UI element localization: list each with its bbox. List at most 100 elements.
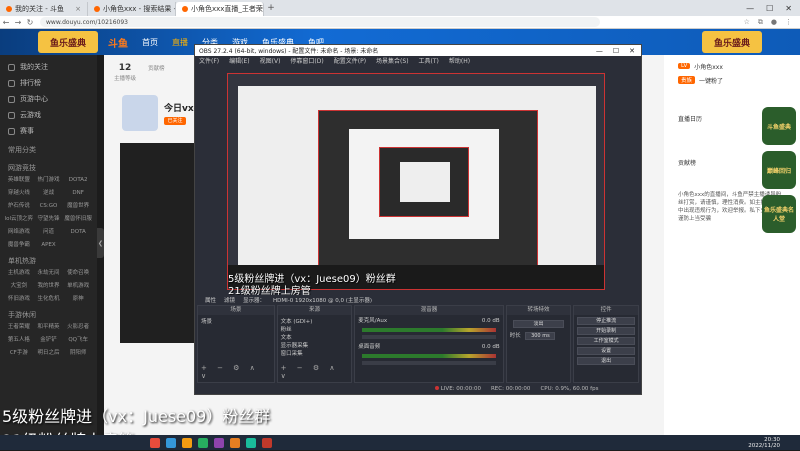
category-link[interactable]: 阴阳师 [63,348,93,358]
back-icon[interactable]: ← [0,18,12,27]
taskbar-app-icon[interactable] [246,437,256,448]
tab-close-icon[interactable]: × [75,5,81,13]
reload-icon[interactable]: ↻ [24,18,36,27]
sidebar-item-follow[interactable]: 我的关注 [0,59,97,75]
category-link[interactable]: 炉石传说 [4,201,34,211]
category-link[interactable]: CF手游 [4,348,34,358]
filters-button[interactable]: 滤镜 [224,296,235,304]
source-dock-controls[interactable]: + − ⚙ ∧ ∨ [281,364,352,380]
sidebar-collapse-button[interactable]: ❮ [97,228,104,258]
url-input[interactable]: www.douyu.com/10216093 [40,17,600,27]
category-link[interactable]: 第五人格 [4,335,34,345]
obs-menu-view[interactable]: 视图(V) [260,56,281,65]
taskbar-app-icon[interactable] [214,437,224,448]
category-link[interactable]: 原神 [63,294,93,304]
exit-button[interactable]: 退出 [577,357,636,365]
stat-contrib[interactable]: 贡献榜 [148,63,165,83]
category-link[interactable]: CS:GO [34,201,64,211]
category-link[interactable]: 问道 [34,227,64,237]
taskbar-app-icon[interactable] [166,437,176,448]
source-item[interactable]: 窗口采集 [281,350,349,358]
category-link[interactable]: 主机游戏 [4,268,34,278]
category-link[interactable]: 我的世界 [34,281,64,291]
taskbar-app-icon[interactable] [150,437,160,448]
duration-input[interactable]: 300 ms [525,332,556,340]
category-link[interactable]: 魔兽怀旧服 [63,214,93,224]
sidebar-section-single[interactable]: 单机热游 [0,254,97,268]
scene-item[interactable]: 场景 [201,318,271,326]
source-item[interactable]: 粉丝 [281,326,349,334]
start-recording-button[interactable]: 开始录制 [577,327,636,335]
volume-slider-mic[interactable] [362,335,496,339]
properties-button[interactable]: 属性 [205,296,216,304]
obs-close-button[interactable]: ✕ [629,47,635,55]
sidebar-item-cloudgame[interactable]: 云游戏 [0,107,97,123]
obs-menu-tools[interactable]: 工具(T) [419,56,439,65]
obs-minimize-button[interactable]: — [596,47,603,55]
obs-menu-edit[interactable]: 编辑(E) [229,56,249,65]
category-link[interactable]: 怀旧游戏 [4,294,34,304]
noble-row[interactable]: 贵族 一键粉了 [664,73,800,87]
category-link[interactable]: DNF [63,188,93,198]
transition-select[interactable]: 淡出 [512,320,565,328]
taskbar-app-icon[interactable] [262,437,272,448]
follow-button[interactable]: 已关注 [164,117,186,125]
browser-tab-follow[interactable]: 我的关注 - 斗鱼 × [0,2,88,16]
nav-live[interactable]: 直播 [172,37,188,48]
avatar[interactable] [122,95,158,131]
new-tab-button[interactable]: + [264,3,278,13]
category-link[interactable]: DOTA [63,227,93,237]
category-link[interactable]: 穿越火线 [4,188,34,198]
category-link[interactable]: 大宝剑 [4,281,34,291]
site-logo[interactable]: 斗鱼 [108,35,128,50]
source-item[interactable]: 文本 [281,334,349,342]
category-link[interactable]: 王者荣耀 [4,322,34,332]
taskbar-app-icon[interactable] [230,437,240,448]
nav-home[interactable]: 首页 [142,37,158,48]
category-link[interactable]: 魔兽世界 [63,201,93,211]
browser-tab-search[interactable]: 小角色xxx - 搜索结果 - 斗鱼直播× [88,2,176,16]
display-select[interactable]: HDMI-0 1920x1080 @ 0,0 (主显示器) [273,296,372,304]
ad-badge-2[interactable]: 巅峰回归 [762,151,796,189]
taskbar-app-icon[interactable] [182,437,192,448]
category-link[interactable]: 守望先锋 [34,214,64,224]
event-banner-right[interactable]: 鱼乐盛典 [702,31,762,53]
category-link[interactable]: 单机游戏 [63,281,93,291]
category-link[interactable]: 逆战 [34,188,64,198]
source-item[interactable]: 文本 (GDI+) [281,318,349,326]
maximize-button[interactable]: ☐ [766,4,773,13]
sidebar-section-online[interactable]: 网游竞技 [0,161,97,175]
scene-dock-controls[interactable]: + − ⚙ ∧ ∨ [201,364,274,380]
obs-menu-file[interactable]: 文件(F) [199,56,219,65]
category-link[interactable]: 永劫无间 [34,268,64,278]
category-link[interactable]: 英雄联盟 [4,175,34,185]
category-link[interactable]: 和平精英 [34,322,64,332]
event-banner[interactable]: 鱼乐盛典 [38,31,98,53]
settings-button[interactable]: 设置 [577,347,636,355]
minimize-button[interactable]: — [746,4,754,13]
obs-maximize-button[interactable]: ☐ [613,47,619,55]
forward-icon[interactable]: → [12,18,24,27]
close-button[interactable]: ✕ [785,4,792,13]
stop-streaming-button[interactable]: 停止推流 [577,317,636,325]
extensions-icon[interactable]: ⧉ [758,18,763,27]
ad-badge-1[interactable]: 斗鱼盛典 [762,107,796,145]
ad-badge-3[interactable]: 鱼乐盛典名人堂 [762,195,796,233]
rank-row[interactable]: LV 小角色xxx [664,59,800,73]
browser-tab-stream[interactable]: 小角色xxx直播_王者荣耀直播_斗鱼× [176,2,264,16]
system-clock[interactable]: 20:30 2022/11/20 [748,437,800,449]
bookmark-star-icon[interactable]: ☆ [744,18,750,27]
obs-menu-help[interactable]: 帮助(H) [449,56,470,65]
obs-preview[interactable]: 5级粉丝牌进（vx：Juese09）粉丝群 21级粉丝牌上房管 [227,73,605,297]
category-link[interactable]: 热门游戏 [34,175,64,185]
category-link[interactable]: QQ飞车 [63,335,93,345]
category-link[interactable]: 生化危机 [34,294,64,304]
category-link[interactable]: DOTA2 [63,175,93,185]
category-link[interactable]: APEX [34,240,64,250]
studio-mode-button[interactable]: 工作室模式 [577,337,636,345]
sidebar-item-webgame[interactable]: 页游中心 [0,91,97,107]
profile-icon[interactable]: ● [771,18,777,27]
source-item[interactable]: 显示器采集 [281,342,349,350]
sidebar-item-rank[interactable]: 排行榜 [0,75,97,91]
category-link[interactable]: 金铲铲 [34,335,64,345]
